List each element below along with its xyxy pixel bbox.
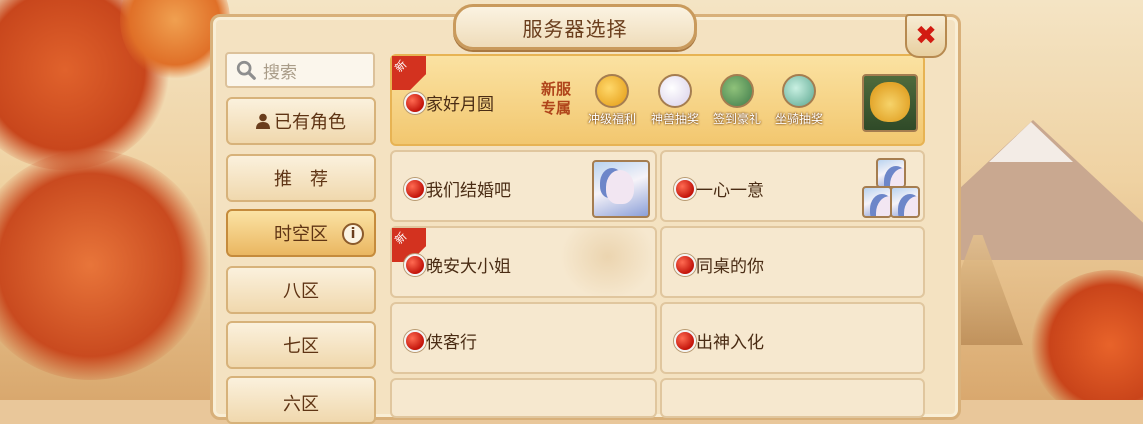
status-dot-icon xyxy=(674,254,696,276)
status-dot-icon xyxy=(404,330,426,352)
search-placeholder: 搜索 xyxy=(263,62,297,83)
tiger-avatar-icon xyxy=(862,74,918,132)
new-badge: 新 xyxy=(392,56,426,90)
character-avatar-icon xyxy=(876,158,906,188)
close-icon: ✖ xyxy=(915,21,937,51)
server-card[interactable] xyxy=(660,378,925,418)
sidebar-item-zone-8[interactable]: 八区 xyxy=(226,266,376,314)
character-avatar-icon xyxy=(862,186,892,218)
sidebar-item-label: 推 荐 xyxy=(274,169,328,190)
perk-signin-gift[interactable]: 签到豪礼 xyxy=(705,74,769,127)
server-card[interactable]: 同桌的你 xyxy=(660,226,925,298)
mythic-beast-icon xyxy=(658,74,692,108)
level-up-gift-icon xyxy=(595,74,629,108)
character-avatar-icon xyxy=(592,160,650,218)
status-dot-icon xyxy=(674,178,696,200)
status-dot-icon xyxy=(674,330,696,352)
sidebar-item-label: 已有角色 xyxy=(274,112,346,133)
server-name: 侠客行 xyxy=(426,333,477,353)
server-name: 我们结婚吧 xyxy=(426,181,511,201)
status-dot-icon xyxy=(404,254,426,276)
title-plate: 服务器选择 xyxy=(453,4,697,50)
status-dot-icon xyxy=(404,92,426,114)
server-name: 家好月圆 xyxy=(426,95,494,115)
server-card[interactable] xyxy=(390,378,657,418)
server-name: 晚安大小姐 xyxy=(426,257,511,277)
perk-mount-draw[interactable]: 坐骑抽奖 xyxy=(767,74,831,127)
page-title: 服务器选择 xyxy=(522,16,628,41)
signin-gift-icon xyxy=(720,74,754,108)
status-dot-icon xyxy=(404,178,426,200)
autumn-tree-left-lower xyxy=(0,150,210,380)
new-server-exclusive-label: 新服 专属 xyxy=(540,80,571,117)
info-icon[interactable]: i xyxy=(342,223,364,245)
sidebar-item-label: 六区 xyxy=(283,394,319,415)
server-name: 同桌的你 xyxy=(696,257,764,277)
server-card[interactable]: 出神入化 xyxy=(660,302,925,374)
perk-mythic-beast-draw[interactable]: 神兽抽奖 xyxy=(643,74,707,127)
sidebar-item-existing-characters[interactable]: 已有角色 xyxy=(226,97,376,145)
server-name: 出神入化 xyxy=(696,333,764,353)
autumn-tree-right xyxy=(1030,270,1143,400)
character-avatar-icon xyxy=(890,186,920,218)
sidebar-item-label: 八区 xyxy=(283,281,319,302)
perk-level-up-gift[interactable]: 冲级福利 xyxy=(580,74,644,127)
character-watermark xyxy=(560,228,655,300)
sidebar-item-recommended[interactable]: 推 荐 xyxy=(226,154,376,202)
sidebar-item-spacetime[interactable]: 时空区 i xyxy=(226,209,376,257)
server-card[interactable]: 侠客行 xyxy=(390,302,657,374)
server-name: 一心一意 xyxy=(696,181,764,201)
sidebar-item-zone-7[interactable]: 七区 xyxy=(226,321,376,369)
sidebar-item-label: 时空区 xyxy=(274,224,328,245)
sidebar-item-zone-6[interactable]: 六区 xyxy=(226,376,376,424)
search-icon xyxy=(236,60,256,80)
user-icon xyxy=(256,113,270,129)
sidebar-item-label: 七区 xyxy=(283,336,319,357)
server-card[interactable]: 一心一意 xyxy=(660,150,925,222)
close-button[interactable]: ✖ xyxy=(905,14,947,58)
search-input[interactable]: 搜索 xyxy=(225,52,375,88)
mountain-snowcap xyxy=(989,122,1073,162)
server-card[interactable]: 我们结婚吧 xyxy=(390,150,657,222)
mount-draw-icon xyxy=(782,74,816,108)
